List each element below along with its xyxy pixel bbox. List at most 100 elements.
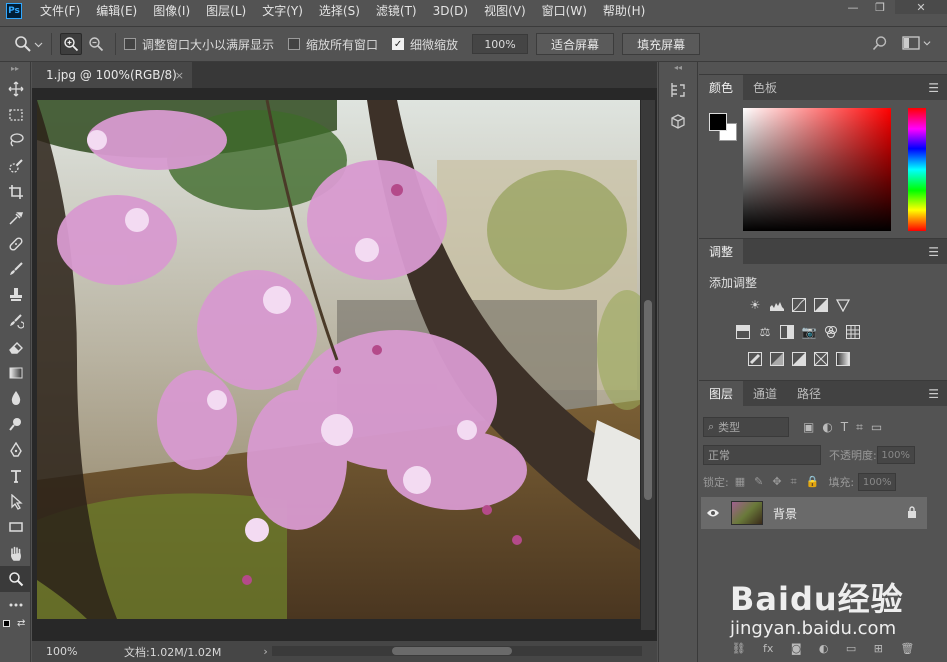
dodge-tool[interactable] (0, 411, 31, 437)
minimize-button[interactable]: — (841, 0, 865, 14)
tab-swatches[interactable]: 色板 (743, 75, 787, 100)
hue-slider[interactable] (908, 108, 926, 231)
quick-select-tool[interactable] (0, 153, 31, 179)
restore-button[interactable]: ❐ (868, 0, 892, 14)
posterize-icon[interactable] (769, 351, 785, 367)
zoom-tool[interactable] (0, 566, 31, 592)
image-canvas[interactable] (37, 100, 640, 619)
edit-toolbar-button[interactable] (0, 592, 31, 618)
zoom-out-button[interactable] (85, 33, 107, 55)
zoom-percent-field[interactable]: 100% (472, 34, 529, 54)
tool-preset-picker[interactable] (14, 35, 43, 53)
status-zoom[interactable]: 100% (32, 645, 88, 658)
gradient-map-icon[interactable] (835, 351, 851, 367)
vertical-scrollbar[interactable] (641, 100, 655, 630)
workspace-switcher[interactable] (902, 35, 931, 51)
invert-icon[interactable] (747, 351, 763, 367)
status-menu-arrow[interactable]: › (263, 645, 267, 658)
collapse-icon[interactable]: ▸▸ (0, 62, 30, 76)
tab-layers[interactable]: 图层 (699, 381, 744, 406)
menu-edit[interactable]: 编辑(E) (88, 0, 145, 22)
fx-button[interactable]: fx (763, 642, 773, 655)
tab-adjustments[interactable]: 调整 (699, 239, 744, 264)
new-group-icon[interactable]: ▭ (846, 642, 856, 655)
link-layers-icon[interactable]: ⛓ (732, 642, 746, 655)
menu-view[interactable]: 视图(V) (476, 0, 534, 22)
hue-saturation-icon[interactable] (735, 324, 751, 340)
scroll-thumb[interactable] (392, 647, 512, 655)
panel-menu-icon[interactable]: ☰ (928, 81, 939, 95)
history-brush-tool[interactable] (0, 308, 31, 334)
lock-icons[interactable]: ▦✎✥⌗🔒 (735, 475, 829, 489)
blur-tool[interactable] (0, 386, 31, 412)
collapse-icon[interactable]: ◂◂ (659, 62, 697, 74)
close-tab-icon[interactable]: × (175, 69, 184, 82)
menu-window[interactable]: 窗口(W) (534, 0, 595, 22)
close-window-button[interactable]: ✕ (895, 0, 947, 14)
history-panel-button[interactable] (659, 74, 697, 106)
fill-screen-button[interactable]: 填充屏幕 (622, 33, 701, 55)
menu-3d[interactable]: 3D(D) (425, 0, 476, 22)
layer-row-background[interactable]: 背景 (701, 497, 927, 529)
crop-tool[interactable] (0, 179, 31, 205)
type-tool[interactable] (0, 463, 31, 489)
tab-color[interactable]: 颜色 (699, 75, 744, 100)
panel-menu-icon[interactable]: ☰ (928, 387, 939, 401)
3d-panel-button[interactable] (659, 106, 697, 138)
threshold-icon[interactable] (791, 351, 807, 367)
clone-stamp-tool[interactable] (0, 282, 31, 308)
color-swatches[interactable]: ⇄ (0, 618, 30, 642)
delete-layer-icon[interactable]: 🗑 (900, 642, 914, 655)
opacity-field[interactable]: 100% (876, 446, 915, 464)
tab-paths[interactable]: 路径 (787, 381, 831, 406)
menu-file[interactable]: 文件(F) (32, 0, 88, 22)
channel-mixer-icon[interactable] (823, 324, 839, 340)
color-spectrum-field[interactable] (743, 108, 891, 231)
visibility-eye-icon[interactable] (701, 508, 725, 518)
brightness-icon[interactable]: ☀ (747, 297, 763, 313)
gradient-tool[interactable] (0, 360, 31, 386)
scrubby-zoom-checkbox[interactable]: ✓ 细微缩放 (392, 36, 458, 53)
fill-field[interactable]: 100% (858, 473, 897, 491)
layer-kind-filter[interactable]: ⌕ 类型 (703, 417, 789, 437)
new-layer-icon[interactable]: ⊞ (874, 642, 883, 655)
menu-filter[interactable]: 滤镜(T) (368, 0, 425, 22)
blend-mode-select[interactable]: 正常 (703, 445, 821, 465)
zoom-all-windows-checkbox[interactable]: 缩放所有窗口 (288, 36, 378, 53)
menu-help[interactable]: 帮助(H) (595, 0, 653, 22)
black-white-icon[interactable] (779, 324, 795, 340)
tab-channels[interactable]: 通道 (743, 381, 787, 406)
default-colors-icon[interactable] (3, 619, 10, 627)
add-mask-icon[interactable]: ◙ (791, 642, 802, 655)
brush-tool[interactable] (0, 257, 31, 283)
color-lookup-icon[interactable] (845, 324, 861, 340)
menu-layer[interactable]: 图层(L) (198, 0, 254, 22)
vibrance-icon[interactable] (835, 297, 851, 313)
path-select-tool[interactable] (0, 489, 31, 515)
exposure-icon[interactable] (813, 297, 829, 313)
color-balance-icon[interactable]: ⚖ (757, 324, 773, 340)
filter-icons[interactable]: ▣◐T⌗▭ (803, 420, 890, 435)
zoom-in-button[interactable] (60, 33, 82, 55)
swap-colors-icon[interactable]: ⇄ (17, 618, 25, 629)
curves-icon[interactable] (791, 297, 807, 313)
document-tab[interactable]: 1.jpg @ 100%(RGB/8) × (32, 62, 192, 88)
adjustment-layer-icon[interactable]: ◐ (819, 642, 829, 655)
menu-select[interactable]: 选择(S) (311, 0, 368, 22)
hand-tool[interactable] (0, 540, 31, 566)
eraser-tool[interactable] (0, 334, 31, 360)
menu-type[interactable]: 文字(Y) (254, 0, 311, 22)
photo-filter-icon[interactable]: 📷 (801, 324, 817, 340)
resize-window-checkbox[interactable]: 调整窗口大小以满屏显示 (124, 36, 274, 53)
pen-tool[interactable] (0, 437, 31, 463)
scroll-thumb[interactable] (644, 300, 652, 500)
lasso-tool[interactable] (0, 128, 31, 154)
rectangle-tool[interactable] (0, 515, 31, 541)
foreground-color-swatch[interactable] (709, 113, 727, 131)
horizontal-scrollbar[interactable] (272, 646, 642, 656)
fit-screen-button[interactable]: 适合屏幕 (536, 33, 615, 55)
eyedropper-tool[interactable] (0, 205, 31, 231)
healing-brush-tool[interactable] (0, 231, 31, 257)
panel-menu-icon[interactable]: ☰ (928, 245, 939, 259)
marquee-tool[interactable] (0, 102, 31, 128)
